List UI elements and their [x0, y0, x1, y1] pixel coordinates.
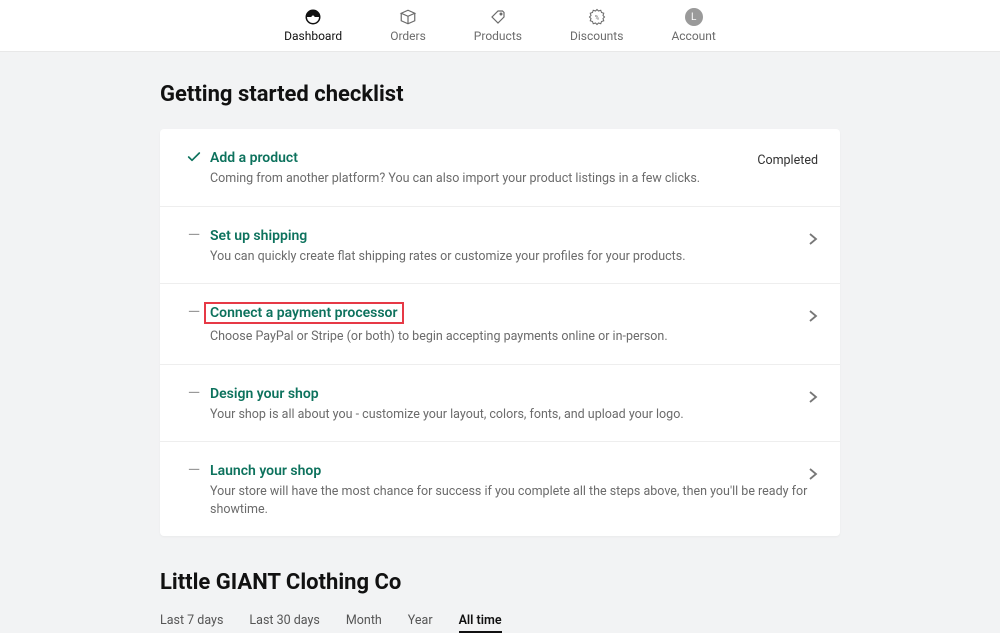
- chevron-right-icon: [808, 308, 818, 327]
- page-title: Getting started checklist: [160, 82, 840, 107]
- chevron-right-icon: [808, 389, 818, 408]
- account-icon: L: [685, 8, 703, 26]
- range-tab-month[interactable]: Month: [346, 613, 382, 633]
- chevron-right-icon: [808, 231, 818, 250]
- dash-icon: —: [188, 462, 201, 478]
- checklist-item-desc: Your store will have the most chance for…: [210, 483, 808, 518]
- checklist-item-desc: Choose PayPal or Stripe (or both) to beg…: [210, 328, 808, 346]
- checklist-item-design[interactable]: — Design your shop Your shop is all abou…: [160, 365, 840, 443]
- nav-label: Discounts: [570, 29, 623, 43]
- checklist-item-desc: Your shop is all about you - customize y…: [210, 406, 808, 424]
- dash-icon: —: [188, 227, 201, 243]
- status-indicator: [178, 147, 210, 169]
- checklist: Add a product Coming from another platfo…: [160, 129, 840, 536]
- nav-orders[interactable]: Orders: [390, 8, 426, 43]
- status-indicator: —: [178, 383, 210, 401]
- checklist-item-title: Connect a payment processor: [204, 302, 404, 324]
- store-title: Little GIANT Clothing Co: [160, 570, 840, 595]
- nav-label: Orders: [390, 29, 426, 43]
- completed-label: Completed: [757, 153, 818, 168]
- checklist-item-desc: You can quickly create flat shipping rat…: [210, 248, 808, 266]
- nav-dashboard[interactable]: Dashboard: [284, 8, 342, 43]
- nav-account[interactable]: L Account: [671, 8, 715, 43]
- nav-label: Account: [671, 29, 715, 43]
- dash-icon: —: [188, 385, 201, 401]
- main-container: Getting started checklist Add a product …: [160, 52, 840, 633]
- top-nav: Dashboard Orders Products % Discounts L …: [0, 0, 1000, 52]
- nav-label: Dashboard: [284, 29, 342, 43]
- checklist-item-payment[interactable]: — Connect a payment processor Choose Pay…: [160, 284, 840, 365]
- range-tab-7d[interactable]: Last 7 days: [160, 613, 223, 633]
- nav-discounts[interactable]: % Discounts: [570, 8, 623, 43]
- status-indicator: —: [178, 225, 210, 243]
- checklist-item-title: Set up shipping: [210, 228, 307, 244]
- checklist-item-title: Add a product: [210, 150, 298, 166]
- chevron-right-icon: [808, 466, 818, 485]
- check-icon: [186, 149, 202, 169]
- range-tab-year[interactable]: Year: [408, 613, 433, 633]
- orders-icon: [399, 8, 417, 26]
- products-icon: [489, 8, 507, 26]
- discounts-icon: %: [588, 8, 606, 26]
- range-tab-all[interactable]: All time: [459, 613, 502, 633]
- dashboard-icon: [304, 8, 322, 26]
- checklist-item-add-product[interactable]: Add a product Coming from another platfo…: [160, 129, 840, 207]
- checklist-item-title: Launch your shop: [210, 463, 321, 479]
- checklist-item-shipping[interactable]: — Set up shipping You can quickly create…: [160, 207, 840, 285]
- range-tab-30d[interactable]: Last 30 days: [249, 613, 319, 633]
- dash-icon: —: [188, 304, 201, 320]
- checklist-item-launch[interactable]: — Launch your shop Your store will have …: [160, 442, 840, 536]
- checklist-item-title: Design your shop: [210, 386, 319, 402]
- nav-label: Products: [474, 29, 522, 43]
- nav-products[interactable]: Products: [474, 8, 522, 43]
- checklist-item-desc: Coming from another platform? You can al…: [210, 170, 757, 188]
- avatar: L: [685, 8, 703, 26]
- svg-text:%: %: [594, 14, 599, 21]
- date-range-tabs: Last 7 days Last 30 days Month Year All …: [160, 613, 840, 633]
- status-indicator: —: [178, 460, 210, 478]
